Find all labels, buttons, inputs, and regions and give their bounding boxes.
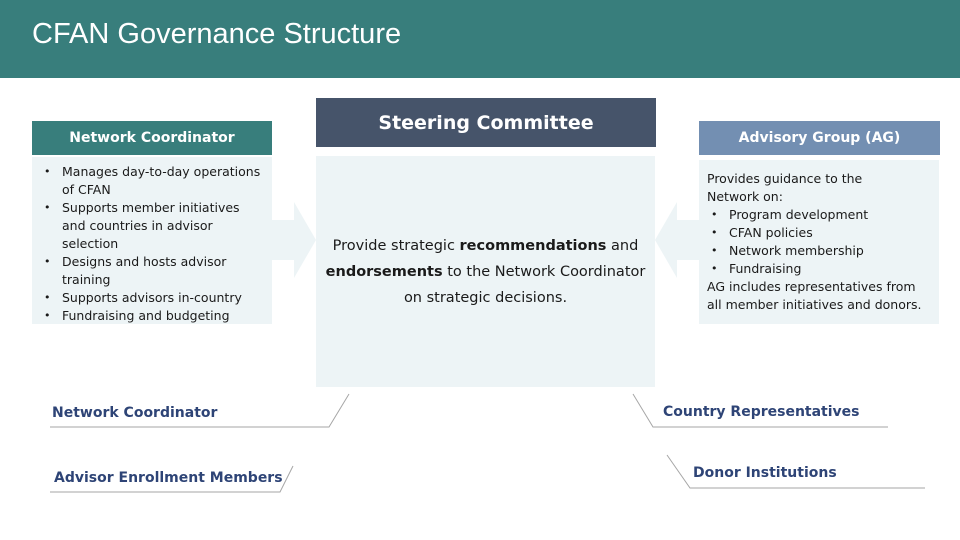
label-donor-institutions: Donor Institutions: [693, 465, 837, 481]
label-country-representatives: Country Representatives: [663, 404, 860, 420]
label-advisor-enrollment-members: Advisor Enrollment Members: [54, 470, 283, 486]
connector-lines: [50, 393, 925, 493]
label-network-coordinator: Network Coordinator: [52, 405, 218, 421]
